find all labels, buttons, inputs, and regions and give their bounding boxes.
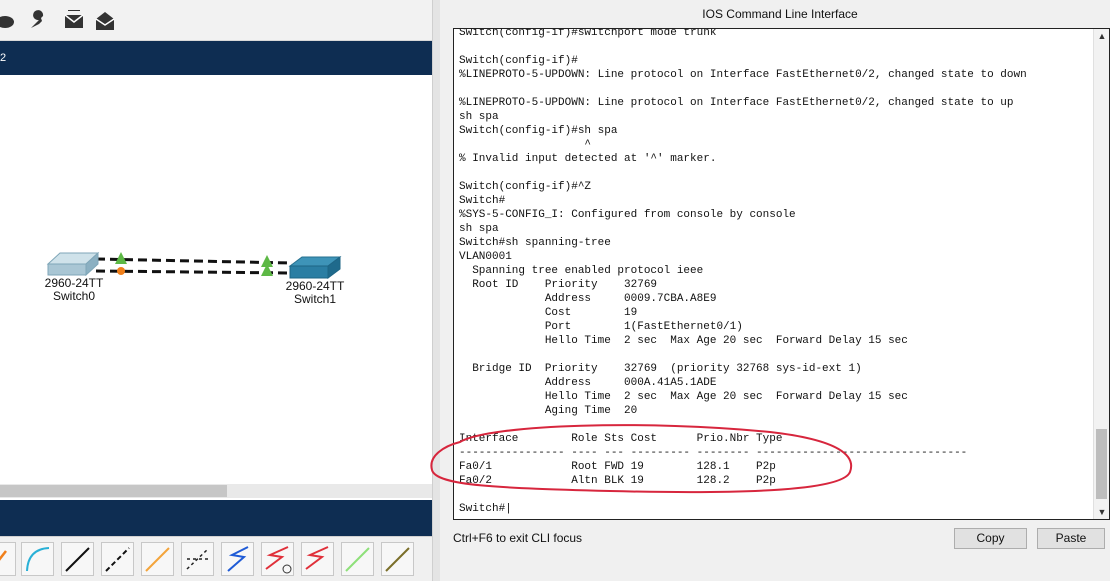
cli-line: Fa0/2 Altn BLK 19 128.2 P2p [459,475,776,487]
switch1-icon[interactable] [288,256,342,279]
cli-vscrollbar[interactable]: ▲ ▼ [1093,29,1109,519]
cli-line [459,40,1089,54]
scroll-down-icon[interactable]: ▼ [1094,505,1109,519]
top-toolbar [0,0,432,41]
straight-cable-icon[interactable] [61,542,94,576]
wrench-icon[interactable] [27,10,49,32]
iot-cable-icon[interactable] [381,542,414,576]
open-mail-icon[interactable] [94,10,116,32]
cli-line: sh spa [459,111,499,123]
scroll-up-icon[interactable]: ▲ [1094,29,1109,43]
serial-dte-icon[interactable] [301,542,334,576]
device-type-bar [0,500,432,536]
cli-line: Root ID Priority 32769 [459,279,658,291]
cli-vscroll-thumb[interactable] [1096,429,1107,499]
cli-line: Interface Role Sts Cost Prio.Nbr Type [459,433,783,445]
cli-line: % Invalid input detected at '^' marker. [459,153,717,165]
cli-line: %LINEPROTO-5-UPDOWN: Line protocol on In… [459,69,1027,81]
switch0-icon[interactable] [46,251,100,277]
crossover-cable-icon[interactable] [101,542,134,576]
console-cable-icon[interactable] [141,542,174,576]
serial-curve-icon[interactable] [21,542,54,576]
cli-line: Address 0009.7CBA.A8E9 [459,293,717,305]
device-name: Switch1 [293,292,337,306]
cli-line [459,82,1089,96]
fiber-icon[interactable] [0,542,16,576]
cli-line: Hello Time 2 sec Max Age 20 sec Forward … [459,335,908,347]
cli-line: Switch(config-if)#switchport mode trunk [459,28,717,39]
cli-line: %SYS-5-CONFIG_I: Configured from console… [459,209,796,221]
app-window: 2 2960-24TT Switch0 2960-24TT Switch1 IO… [0,0,1110,581]
cli-line: Address 000A.41A5.1ADE [459,377,717,389]
hscroll-thumb[interactable] [0,485,227,497]
cli-panel: IOS Command Line Interface Switch(config… [440,0,1110,581]
switch0-label: 2960-24TT Switch0 [40,277,108,303]
phone-cable-icon[interactable] [181,542,214,576]
device-name: Switch0 [52,289,96,303]
cli-line: Switch(config-if)# [459,55,578,67]
cli-line: VLAN0001 [459,251,512,263]
cli-output[interactable]: Switch(config-if)#switchport mode trunk … [459,28,1089,516]
cli-focus-hint: Ctrl+F6 to exit CLI focus [453,531,583,545]
cli-line: Hello Time 2 sec Max Age 20 sec Forward … [459,391,908,403]
octal-cable-icon[interactable] [341,542,374,576]
cli-line: Spanning tree enabled protocol ieee [459,265,704,277]
pane-splitter[interactable] [432,0,440,581]
shape-icon[interactable] [0,10,16,32]
cli-line: ^ [459,139,592,151]
workspace-hscrollbar[interactable] [0,484,432,498]
paste-button[interactable]: Paste [1037,528,1105,549]
cli-line: Switch# [459,195,506,207]
logical-canvas[interactable]: 2960-24TT Switch0 2960-24TT Switch1 [0,75,432,484]
cli-line [459,488,1089,502]
workspace-tab-bar: 2 [0,41,432,75]
cli-line: sh spa [459,223,499,235]
switch1-label: 2960-24TT Switch1 [281,280,349,306]
cli-line: Switch(config-if)#^Z [459,181,592,193]
cli-line: Switch(config-if)#sh spa [459,125,618,137]
coaxial-cable-icon[interactable] [221,542,254,576]
cli-title: IOS Command Line Interface [702,7,858,21]
cli-line: Port 1(FastEthernet0/1) [459,321,743,333]
workspace-pane: 2 2960-24TT Switch0 2960-24TT Switch1 [0,0,432,581]
trunk-link-fa0-2[interactable] [95,269,293,275]
cli-line: Cost 19 [459,307,638,319]
serial-dce-icon[interactable] [261,542,294,576]
copy-button[interactable]: Copy [954,528,1027,549]
cli-console[interactable]: Switch(config-if)#switchport mode trunk … [453,28,1110,520]
cli-line: Aging Time 20 [459,405,638,417]
cli-line [459,166,1089,180]
cli-line: Switch#sh spanning-tree [459,237,611,249]
cli-line [459,348,1089,362]
link-blocked-marker [117,267,125,275]
cli-line: %LINEPROTO-5-UPDOWN: Line protocol on In… [459,97,1014,109]
cli-line [459,418,1089,432]
connections-toolbar [0,536,432,581]
cli-line: Switch#| [459,503,512,515]
cli-line: ---------------- ---- --- --------- ----… [459,447,968,459]
tab-label[interactable]: 2 [0,52,6,64]
cli-line: Bridge ID Priority 32769 (priority 32768… [459,363,862,375]
cli-line: Fa0/1 Root FWD 19 128.1 P2p [459,461,776,473]
mail-icon[interactable] [63,10,85,32]
